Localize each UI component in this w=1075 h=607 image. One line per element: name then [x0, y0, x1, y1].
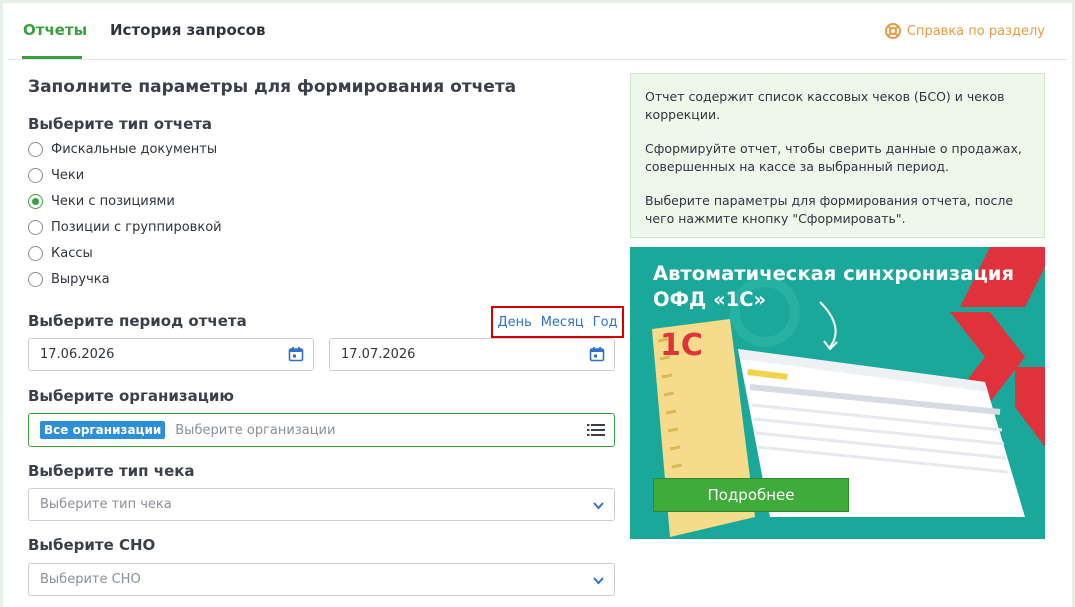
- info-paragraph: Выберите параметры для формирования отче…: [645, 193, 1014, 226]
- radio-fiscal-documents[interactable]: Фискальные документы: [28, 142, 217, 157]
- help-link[interactable]: Справка по разделу: [884, 23, 1045, 39]
- help-link-label: Справка по разделу: [906, 23, 1045, 39]
- radio-button[interactable]: [28, 272, 43, 287]
- promo-banner[interactable]: 1С Автоматическая синхронизация ОФД «1С»…: [630, 247, 1045, 539]
- radio-cash-registers[interactable]: Кассы: [28, 246, 93, 261]
- banner-more-button[interactable]: Подробнее: [653, 478, 849, 512]
- tab-bar: Отчеты История запросов Справка по разде…: [8, 3, 1067, 60]
- check-type-placeholder: Выберите тип чека: [40, 497, 172, 512]
- date-to-input[interactable]: 17.07.2026: [329, 338, 615, 371]
- active-tab-indicator: [22, 56, 82, 59]
- radio-revenue[interactable]: Выручка: [28, 272, 110, 287]
- organization-placeholder: Выберите организации: [175, 422, 336, 438]
- organization-tag[interactable]: Все организации: [40, 421, 166, 439]
- date-from-input[interactable]: 17.06.2026: [28, 338, 314, 371]
- tab-reports[interactable]: Отчеты: [23, 21, 87, 39]
- radio-checks[interactable]: Чеки: [28, 168, 84, 183]
- banner-title-line1: Автоматическая синхронизация: [653, 262, 1014, 285]
- list-icon[interactable]: [587, 423, 605, 437]
- organization-input[interactable]: Все организации Выберите организации: [28, 413, 615, 447]
- lifebuoy-icon: [884, 23, 901, 39]
- period-quick-links: День Месяц Год: [491, 306, 624, 338]
- report-type-label: Выберите тип отчета: [28, 115, 213, 133]
- banner-title-line2: ОФД «1С»: [653, 288, 767, 311]
- date-from-value: 17.06.2026: [40, 347, 115, 362]
- radio-button-checked[interactable]: [28, 194, 43, 209]
- calendar-icon[interactable]: [288, 346, 304, 362]
- radio-label: Позиции с группировкой: [51, 220, 222, 235]
- calendar-icon[interactable]: [589, 346, 605, 362]
- info-panel: Отчет содержит список кассовых чеков (БС…: [630, 73, 1045, 238]
- period-month-link[interactable]: Месяц: [541, 315, 584, 330]
- info-paragraph: Отчет содержит список кассовых чеков (БС…: [645, 89, 1005, 122]
- chevron-down-icon: [593, 502, 604, 510]
- date-to-value: 17.07.2026: [341, 347, 416, 362]
- radio-label: Кассы: [51, 246, 93, 261]
- radio-label: Чеки с позициями: [51, 194, 175, 209]
- radio-button[interactable]: [28, 142, 43, 157]
- radio-checks-with-positions[interactable]: Чеки с позициями: [28, 194, 175, 209]
- check-type-select[interactable]: Выберите тип чека: [28, 488, 615, 521]
- sno-placeholder: Выберите СНО: [40, 572, 141, 587]
- form-title: Заполните параметры для формирования отч…: [28, 77, 517, 97]
- radio-label: Фискальные документы: [51, 142, 218, 157]
- organization-label: Выберите организацию: [28, 387, 234, 405]
- period-label: Выберите период отчета: [28, 312, 247, 330]
- info-paragraph: Сформируйте отчет, чтобы сверить данные …: [645, 141, 1022, 174]
- banner-title: Автоматическая синхронизация ОФД «1С»: [653, 261, 1014, 313]
- radio-button[interactable]: [28, 168, 43, 183]
- radio-button[interactable]: [28, 246, 43, 261]
- period-year-link[interactable]: Год: [593, 315, 618, 330]
- radio-positions-grouped[interactable]: Позиции с группировкой: [28, 220, 222, 235]
- banner-logo-1c: 1С: [660, 328, 703, 363]
- sno-select[interactable]: Выберите СНО: [28, 563, 615, 596]
- tab-request-history[interactable]: История запросов: [110, 21, 265, 39]
- chevron-down-icon: [593, 577, 604, 585]
- check-type-label: Выберите тип чека: [28, 462, 195, 480]
- radio-label: Чеки: [51, 168, 85, 183]
- radio-label: Выручка: [51, 272, 110, 287]
- period-day-link[interactable]: День: [497, 315, 531, 330]
- radio-button[interactable]: [28, 220, 43, 235]
- sno-label: Выберите СНО: [28, 536, 156, 554]
